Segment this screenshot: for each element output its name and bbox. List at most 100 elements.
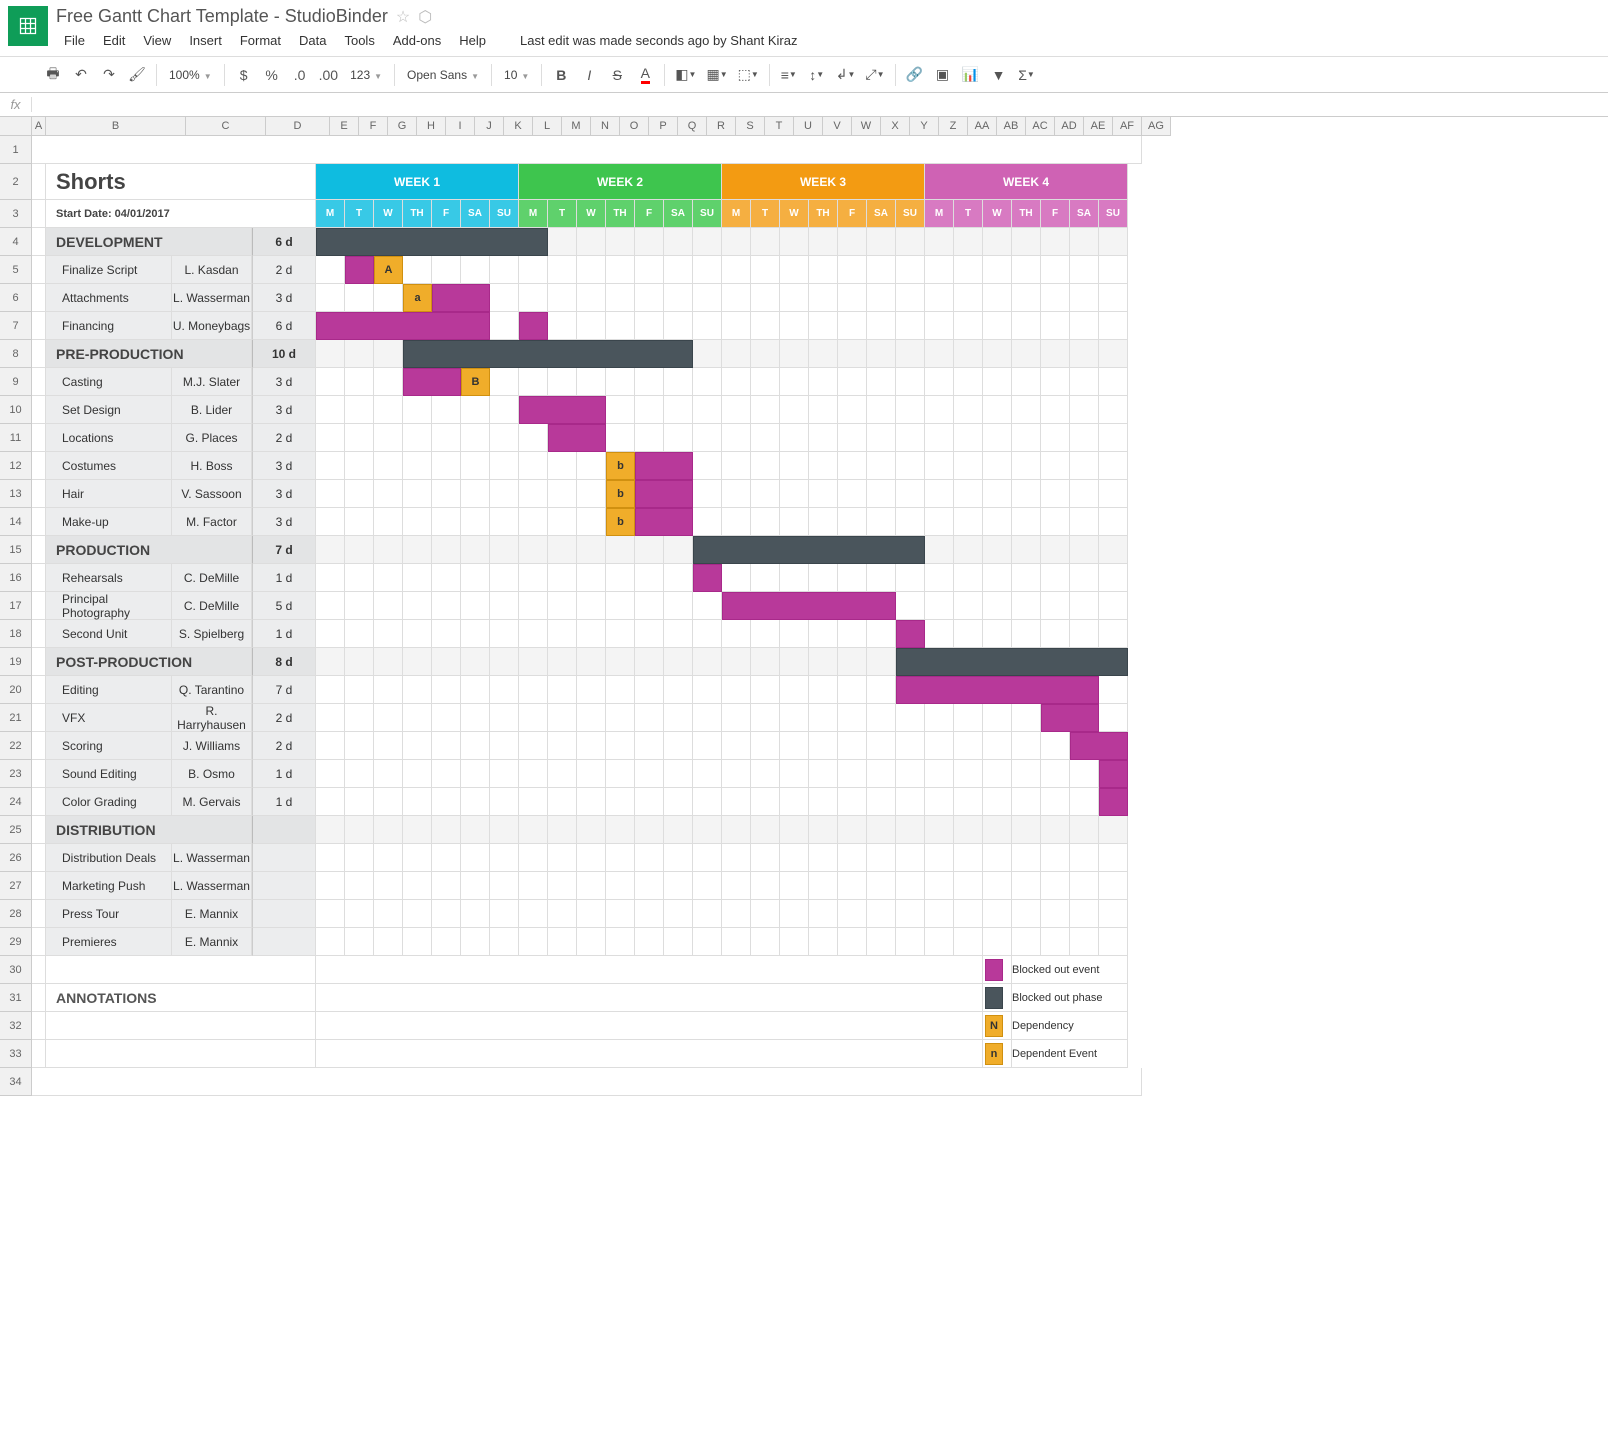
- cell[interactable]: [867, 760, 896, 788]
- cell[interactable]: [606, 256, 635, 284]
- cell[interactable]: [722, 816, 751, 844]
- cell[interactable]: [693, 704, 722, 732]
- cell[interactable]: [461, 928, 490, 956]
- row-header[interactable]: 23: [0, 760, 32, 788]
- cell[interactable]: [954, 844, 983, 872]
- cell[interactable]: [548, 312, 577, 340]
- cell[interactable]: [374, 340, 403, 368]
- cell[interactable]: [519, 704, 548, 732]
- cell[interactable]: [838, 424, 867, 452]
- row-header[interactable]: 5: [0, 256, 32, 284]
- cell[interactable]: [693, 284, 722, 312]
- cell[interactable]: [46, 1012, 316, 1040]
- cell[interactable]: [896, 900, 925, 928]
- cell[interactable]: [722, 284, 751, 312]
- cell[interactable]: [635, 732, 664, 760]
- cell[interactable]: [403, 676, 432, 704]
- cell[interactable]: [1070, 228, 1099, 256]
- cell[interactable]: [838, 620, 867, 648]
- cell[interactable]: [635, 368, 664, 396]
- cell[interactable]: [1070, 788, 1099, 816]
- row-header[interactable]: 2: [0, 164, 32, 200]
- col-header[interactable]: N: [591, 117, 620, 136]
- cell[interactable]: [896, 284, 925, 312]
- cell[interactable]: [374, 704, 403, 732]
- cell[interactable]: [403, 928, 432, 956]
- cell[interactable]: [32, 164, 46, 200]
- cell[interactable]: [374, 564, 403, 592]
- cell[interactable]: [1012, 564, 1041, 592]
- cell[interactable]: [983, 704, 1012, 732]
- cell[interactable]: [780, 900, 809, 928]
- cell[interactable]: [693, 592, 722, 620]
- cell[interactable]: [432, 816, 461, 844]
- cell[interactable]: [345, 368, 374, 396]
- cell[interactable]: [751, 816, 780, 844]
- cell[interactable]: [1012, 368, 1041, 396]
- cell[interactable]: [577, 732, 606, 760]
- cell[interactable]: [316, 1040, 983, 1068]
- cell[interactable]: [32, 704, 46, 732]
- cell[interactable]: [577, 872, 606, 900]
- cell[interactable]: [751, 676, 780, 704]
- cell[interactable]: [925, 340, 954, 368]
- cell[interactable]: [867, 508, 896, 536]
- cell[interactable]: [1012, 536, 1041, 564]
- cell[interactable]: [664, 536, 693, 564]
- cell[interactable]: [1041, 900, 1070, 928]
- cell[interactable]: [925, 508, 954, 536]
- cell[interactable]: [577, 228, 606, 256]
- cell[interactable]: [403, 256, 432, 284]
- cell[interactable]: [1070, 396, 1099, 424]
- cell[interactable]: [925, 732, 954, 760]
- cell[interactable]: [432, 536, 461, 564]
- row-header[interactable]: 17: [0, 592, 32, 620]
- cell[interactable]: [896, 592, 925, 620]
- cell[interactable]: [925, 452, 954, 480]
- col-header[interactable]: J: [475, 117, 504, 136]
- cell[interactable]: [403, 508, 432, 536]
- cell[interactable]: [809, 648, 838, 676]
- cell[interactable]: [838, 284, 867, 312]
- cell[interactable]: [925, 480, 954, 508]
- cell[interactable]: [1099, 480, 1128, 508]
- cell[interactable]: [1041, 928, 1070, 956]
- cell[interactable]: [983, 760, 1012, 788]
- cell[interactable]: [490, 760, 519, 788]
- cell[interactable]: [635, 396, 664, 424]
- cell[interactable]: [1099, 872, 1128, 900]
- cell[interactable]: [983, 424, 1012, 452]
- cell[interactable]: [1041, 480, 1070, 508]
- cell[interactable]: [577, 452, 606, 480]
- cell[interactable]: [316, 1012, 983, 1040]
- row-header[interactable]: 19: [0, 648, 32, 676]
- cell[interactable]: [1012, 592, 1041, 620]
- cell[interactable]: [954, 452, 983, 480]
- cell[interactable]: [925, 760, 954, 788]
- cell[interactable]: [780, 648, 809, 676]
- row-header[interactable]: 9: [0, 368, 32, 396]
- row-header[interactable]: 25: [0, 816, 32, 844]
- cell[interactable]: [403, 424, 432, 452]
- cell[interactable]: [345, 872, 374, 900]
- cell[interactable]: [896, 424, 925, 452]
- col-header[interactable]: AF: [1113, 117, 1142, 136]
- cell[interactable]: [577, 592, 606, 620]
- cell[interactable]: [32, 396, 46, 424]
- percent-icon[interactable]: %: [259, 62, 285, 88]
- menu-view[interactable]: View: [135, 31, 179, 50]
- cell[interactable]: [954, 788, 983, 816]
- col-header[interactable]: P: [649, 117, 678, 136]
- cell[interactable]: [838, 228, 867, 256]
- row-header[interactable]: 7: [0, 312, 32, 340]
- cell[interactable]: [1041, 396, 1070, 424]
- col-header[interactable]: C: [186, 117, 266, 136]
- cell[interactable]: [548, 676, 577, 704]
- cell[interactable]: [954, 816, 983, 844]
- link-icon[interactable]: 🔗: [902, 62, 928, 88]
- cell[interactable]: [606, 760, 635, 788]
- cell[interactable]: [374, 788, 403, 816]
- cell[interactable]: [664, 564, 693, 592]
- cell[interactable]: [32, 788, 46, 816]
- cell[interactable]: [1070, 368, 1099, 396]
